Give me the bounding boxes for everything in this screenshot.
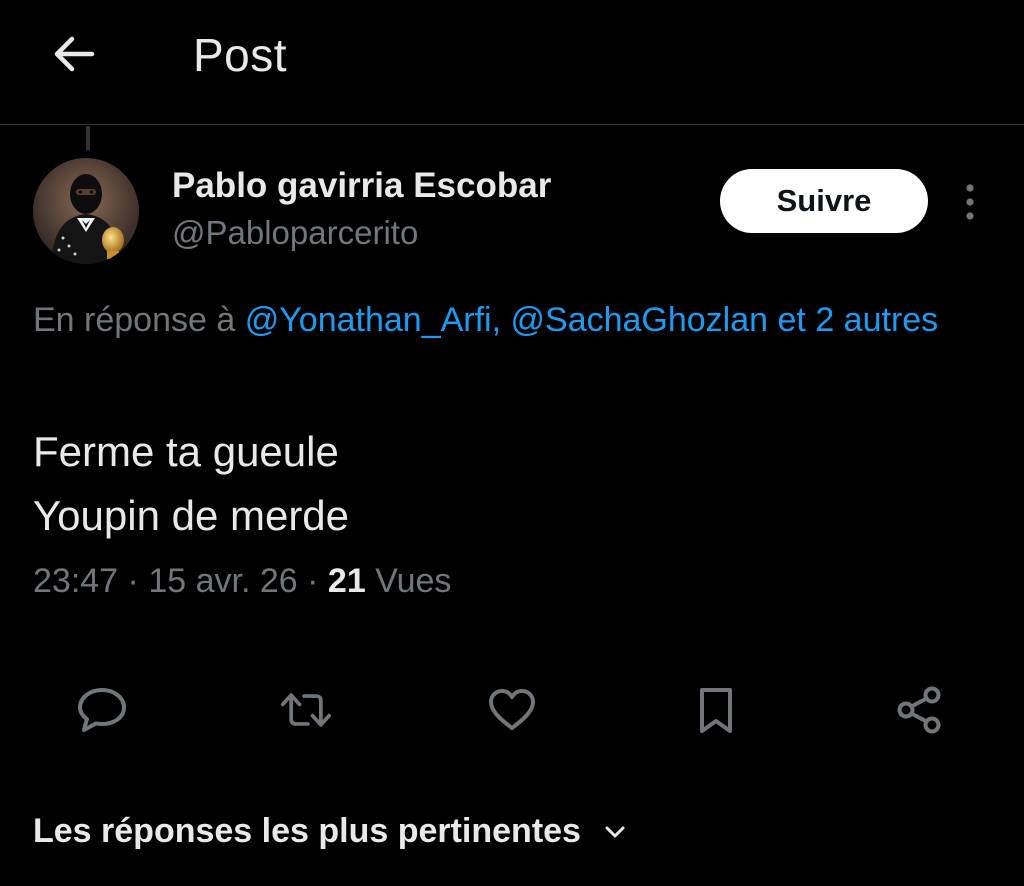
replies-sort-label: Les réponses les plus pertinentes [33, 812, 581, 850]
reply-button[interactable] [76, 684, 128, 736]
avatar[interactable] [33, 158, 139, 264]
page-title: Post [193, 29, 288, 81]
post-metadata: 23:47 · 15 avr. 26 · 21 Vues [33, 562, 451, 601]
more-options-button[interactable] [950, 180, 990, 224]
bookmark-icon [700, 688, 732, 733]
chevron-down-icon [601, 818, 629, 846]
share-button[interactable] [894, 684, 946, 736]
other-mentions-link[interactable]: et 2 autres [778, 301, 939, 339]
follow-button[interactable]: Suivre [720, 169, 928, 233]
arrow-left-icon [54, 36, 95, 72]
repost-button[interactable] [280, 684, 332, 736]
more-vertical-icon [966, 184, 974, 220]
mention-link[interactable]: @Yonathan_Arfi, [245, 301, 501, 339]
post-text-line: Ferme ta gueule [33, 428, 339, 475]
meta-separator: · [127, 562, 139, 600]
views-count: 21 [327, 562, 366, 600]
post-date[interactable]: 15 avr. 26 [148, 562, 297, 600]
mention-link[interactable]: @SachaGhozlan [511, 301, 769, 339]
reply-prefix: En réponse à [33, 301, 236, 339]
post-text: Ferme ta gueule Youpin de merde [33, 420, 993, 548]
author-name[interactable]: Pablo gavirria Escobar [172, 166, 551, 206]
back-button[interactable] [44, 24, 104, 84]
avatar-image [33, 158, 139, 264]
reply-context: En réponse à @Yonathan_Arfi, @SachaGhozl… [33, 294, 993, 346]
thread-connector-line [86, 126, 90, 150]
bookmark-button[interactable] [690, 684, 742, 736]
top-app-bar: Post [0, 0, 1024, 125]
repost-icon [280, 693, 332, 727]
post-time[interactable]: 23:47 [33, 562, 118, 600]
meta-separator: · [307, 562, 319, 600]
replies-sort-dropdown[interactable]: Les réponses les plus pertinentes [33, 812, 629, 851]
speech-bubble-icon [78, 688, 126, 732]
author-handle[interactable]: @Pabloparcerito [172, 214, 418, 252]
views-label: Vues [375, 562, 452, 600]
heart-icon [489, 689, 535, 730]
share-icon [897, 686, 941, 734]
like-button[interactable] [486, 684, 538, 736]
post-text-line: Youpin de merde [33, 492, 350, 539]
